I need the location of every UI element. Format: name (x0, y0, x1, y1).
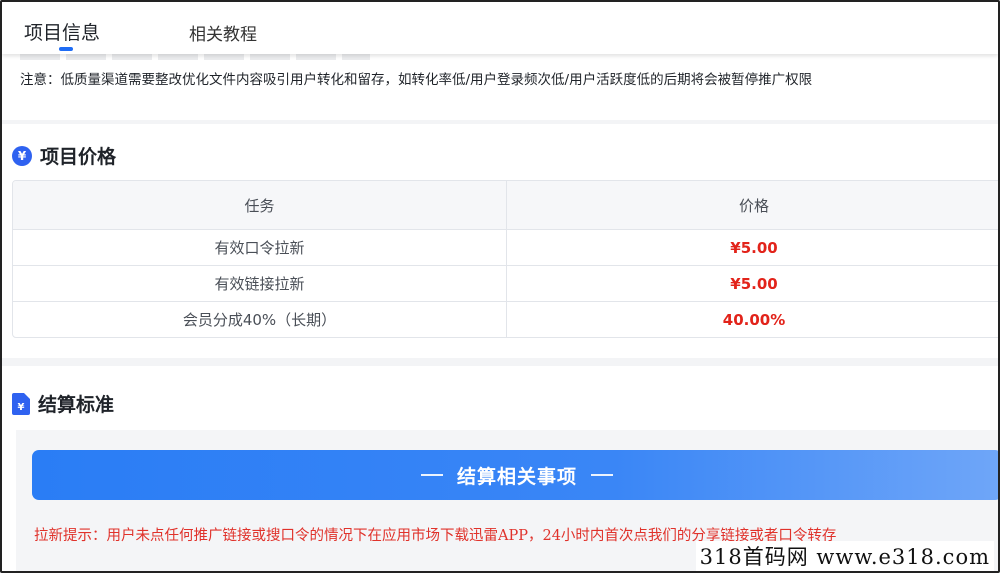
task-cell: 有效链接拉新 (13, 266, 508, 301)
task-cell: 有效口令拉新 (13, 230, 508, 265)
task-cell: 会员分成40%（长期） (13, 302, 508, 337)
tab-tutorials[interactable]: 相关教程 (189, 20, 257, 45)
document-icon: ¥ (12, 392, 30, 415)
column-header-price: 价格 (739, 196, 770, 215)
price-table: 任务 价格 有效口令拉新 ¥5.00 有效链接拉新 ¥5.00 会员分成40%（… (12, 180, 1000, 338)
price-section-title: 项目价格 (40, 146, 117, 168)
price-cell: ¥5.00 (730, 238, 778, 257)
dash-left (420, 474, 443, 476)
column-header-task: 任务 (13, 181, 508, 229)
active-tab-indicator (59, 47, 73, 51)
price-cell: ¥5.00 (730, 274, 778, 293)
settlement-section-title: 结算标准 (38, 394, 115, 416)
table-row: 有效口令拉新 ¥5.00 (13, 229, 1000, 265)
settlement-button-label: 结算相关事项 (456, 465, 577, 488)
site-watermark: 318首码网 www.e318.com (695, 541, 994, 571)
price-section-header: ¥ 项目价格 (12, 142, 116, 169)
notice-panel: 注意：低质量渠道需要整改优化文件内容吸引用户转化和留存，如转化率低/用户登录频次… (2, 48, 998, 120)
settlement-details-button[interactable]: 结算相关事项 (32, 450, 1000, 500)
table-header-row: 任务 价格 (13, 181, 1000, 229)
price-section: ¥ 项目价格 任务 价格 有效口令拉新 ¥5.00 有效链接拉新 ¥5.00 会… (2, 124, 1000, 358)
tab-bar: 项目信息 相关教程 (2, 2, 998, 54)
price-cell: 40.00% (722, 310, 786, 329)
settlement-section-header: ¥ 结算标准 (12, 390, 114, 417)
tab-project-info[interactable]: 项目信息 (24, 18, 100, 45)
table-row: 有效链接拉新 ¥5.00 (13, 265, 1000, 301)
dash-right (591, 474, 613, 476)
notice-text: 注意：低质量渠道需要整改优化文件内容吸引用户转化和留存，如转化率低/用户登录频次… (20, 72, 813, 88)
yen-icon: ¥ (12, 145, 32, 166)
table-row: 会员分成40%（长期） 40.00% (13, 301, 1000, 337)
